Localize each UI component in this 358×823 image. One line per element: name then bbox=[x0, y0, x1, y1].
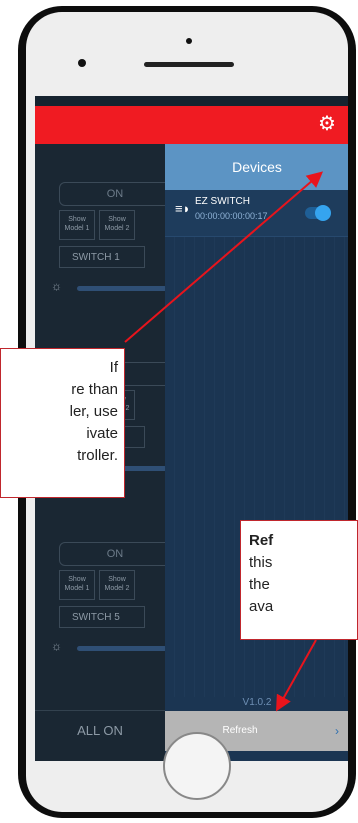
device-address: 00:00:00:00:00:17 bbox=[195, 211, 268, 221]
home-button[interactable] bbox=[163, 732, 231, 800]
front-camera bbox=[186, 38, 192, 44]
brightness-row: ☼ bbox=[51, 279, 171, 294]
brightness-slider[interactable] bbox=[77, 646, 167, 651]
switch-card: ON Show Model 1 Show Model 2 SWITCH 5 bbox=[59, 542, 177, 632]
bulb-icon: ≡◗ bbox=[175, 201, 191, 216]
device-name: EZ SWITCH bbox=[195, 196, 250, 207]
top-app-bar: ⚙ bbox=[35, 106, 348, 144]
callout-line: If bbox=[109, 359, 118, 376]
show-model-1-button[interactable]: Show Model 1 bbox=[59, 570, 95, 600]
show-model-2-button[interactable]: Show Model 2 bbox=[99, 210, 135, 240]
switch-name: SWITCH 5 bbox=[59, 606, 145, 628]
switch-on-button[interactable]: ON bbox=[59, 542, 171, 566]
show-model-2-button[interactable]: Show Model 2 bbox=[99, 570, 135, 600]
device-connect-toggle[interactable] bbox=[305, 205, 331, 221]
switch-name: SWITCH 1 bbox=[59, 246, 145, 268]
brightness-row: ☼ bbox=[51, 639, 171, 654]
drawer-title: Devices bbox=[165, 144, 348, 190]
earpiece-speaker bbox=[144, 62, 234, 67]
callout-line: the bbox=[249, 576, 270, 593]
callout-line: this bbox=[249, 554, 273, 571]
toggle-knob bbox=[315, 205, 331, 221]
app-version: V1.0.2 bbox=[242, 697, 272, 708]
callout-title: Ref bbox=[249, 532, 274, 549]
all-on-button[interactable]: ALL ON bbox=[35, 710, 165, 751]
callout-refresh: Ref this the ava bbox=[240, 520, 358, 640]
brightness-icon: ☼ bbox=[51, 639, 62, 653]
camera-dot bbox=[78, 59, 86, 67]
brightness-slider[interactable] bbox=[77, 286, 167, 291]
device-list-item[interactable]: ≡◗ EZ SWITCH 00:00:00:00:00:17 bbox=[165, 190, 348, 237]
callout-line: re than bbox=[71, 381, 118, 398]
callout-line: ler, use bbox=[69, 403, 118, 420]
gear-icon[interactable]: ⚙ bbox=[315, 112, 339, 136]
switch-on-button[interactable]: ON bbox=[59, 182, 171, 206]
devices-drawer: Devices ≡◗ EZ SWITCH 00:00:00:00:00:17 V… bbox=[165, 144, 348, 761]
callout-line: ava bbox=[249, 598, 274, 615]
callout-multi-controller: If re than ler, use ivate troller. bbox=[0, 348, 125, 498]
show-model-1-button[interactable]: Show Model 1 bbox=[59, 210, 95, 240]
chevron-right-icon: › bbox=[335, 724, 339, 738]
switch-card: ON Show Model 1 Show Model 2 SWITCH 1 bbox=[59, 182, 177, 272]
callout-line: troller. bbox=[77, 447, 118, 464]
brightness-icon: ☼ bbox=[51, 279, 62, 293]
callout-line: ivate bbox=[86, 425, 118, 442]
